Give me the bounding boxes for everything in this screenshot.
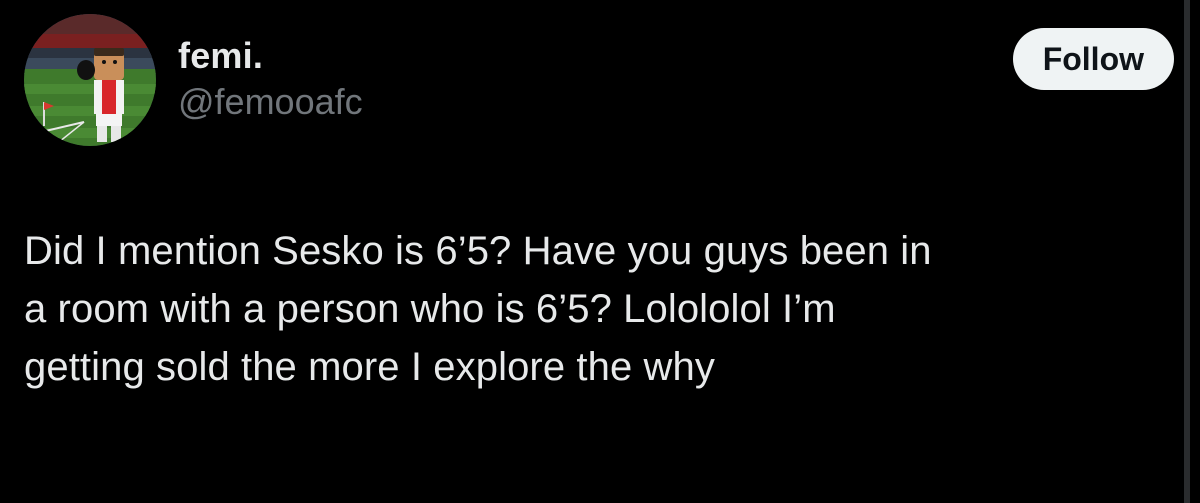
follow-button[interactable]: Follow [1012, 28, 1174, 90]
author-display-name[interactable]: femi. [178, 34, 363, 78]
tweet-card: femi. @femooafc Follow Did I mention Ses… [0, 0, 1200, 503]
tweet-text: Did I mention Sesko is 6’5? Have you guy… [24, 229, 932, 389]
tweet-header: femi. @femooafc Follow [24, 14, 1174, 146]
author-handle[interactable]: @femooafc [178, 80, 363, 124]
avatar[interactable] [24, 14, 156, 146]
scrollbar[interactable] [1184, 0, 1190, 503]
author-identity: femi. @femooafc [178, 34, 363, 124]
avatar-image [24, 14, 156, 146]
